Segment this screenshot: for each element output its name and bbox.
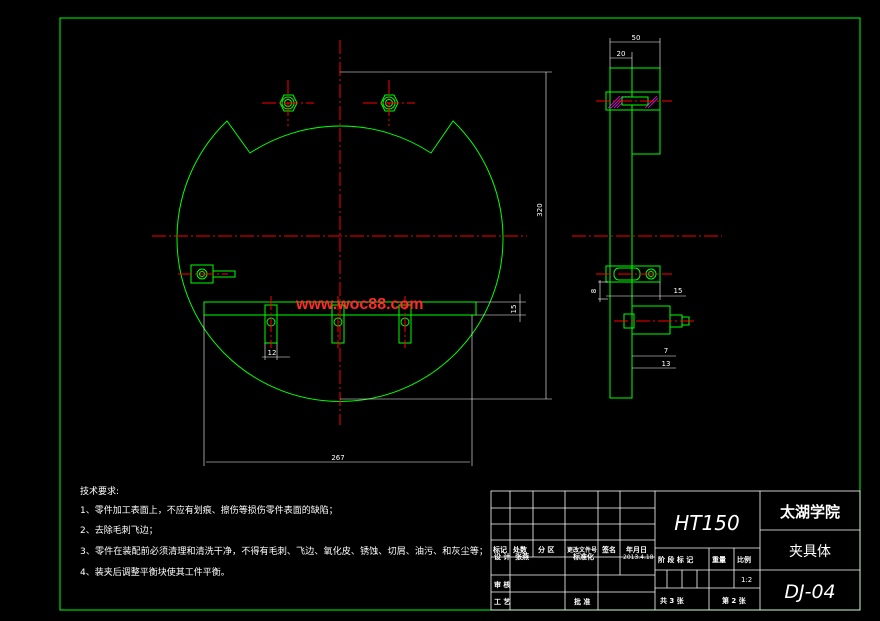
tb-review-label: 审 核 [494,580,510,589]
dim-offset-15: 15 [510,305,518,314]
tech-req-item-4: 4、装夹后调整平衡块使其工件平衡。 [80,566,230,578]
side-body [609,67,633,399]
watermark: www.woc88.com [295,296,423,313]
dim-side-13: 13 [662,360,671,368]
dim-height-320: 320 [536,203,544,216]
dim-width-12: 12 [268,349,277,357]
tb-header-date: 年月日 [626,545,647,554]
side-upper-block [631,67,661,155]
tb-drawing-number: DJ-04 [784,581,835,603]
tb-part-name: 夹具体 [789,544,831,560]
side-view [605,67,690,399]
tb-header-zone: 分 区 [538,545,554,554]
tb-sheet-no: 第 2 张 [722,596,747,605]
tb-scale-label: 比例 [737,555,751,564]
tb-stage-label: 阶 段 标 记 [658,555,693,564]
dim-side-7: 7 [664,347,668,355]
tech-req-item-1: 1、零件加工表面上，不应有划痕、擦伤等损伤零件表面的缺陷； [80,504,338,516]
dimensions-side [598,38,686,369]
tech-req-item-2: 2、去除毛刺飞边； [80,524,158,536]
tb-weight-label: 重量 [712,555,726,564]
tb-designer-label: 设 计 [494,552,510,561]
tb-process-label: 工 艺 [494,597,510,606]
tech-req-title: 技术要求: [80,485,119,497]
dim-width-267: 267 [331,454,344,462]
tb-date: 2013.4.18 [623,554,654,561]
centerlines-side [572,100,722,322]
cad-drawing: 320 267 12 15 50 20 15 8 7 13 www.woc88.… [59,17,861,611]
tb-standardization-label: 标准化 [572,552,594,561]
tb-approve-label: 批 准 [574,597,590,606]
dim-side-50: 50 [632,34,641,42]
drawing-border [59,17,861,611]
tb-designer-name: 张燕 [515,552,529,561]
tb-total-sheets: 共 3 张 [660,596,685,605]
tb-school: 太湖学院 [780,503,840,521]
tb-header-signature: 签名 [601,545,616,554]
dim-side-8: 8 [590,289,598,293]
dim-side-20: 20 [617,50,626,58]
dim-side-15: 15 [674,287,683,295]
tech-req-item-3: 3、零件在装配前必须清理和清洗干净，不得有毛刺、飞边、氧化皮、锈蚀、切屑、油污、… [80,545,488,557]
tb-material: HT150 [674,511,739,535]
tb-scale-value: 1:2 [741,576,752,584]
centerlines-main [152,40,527,425]
